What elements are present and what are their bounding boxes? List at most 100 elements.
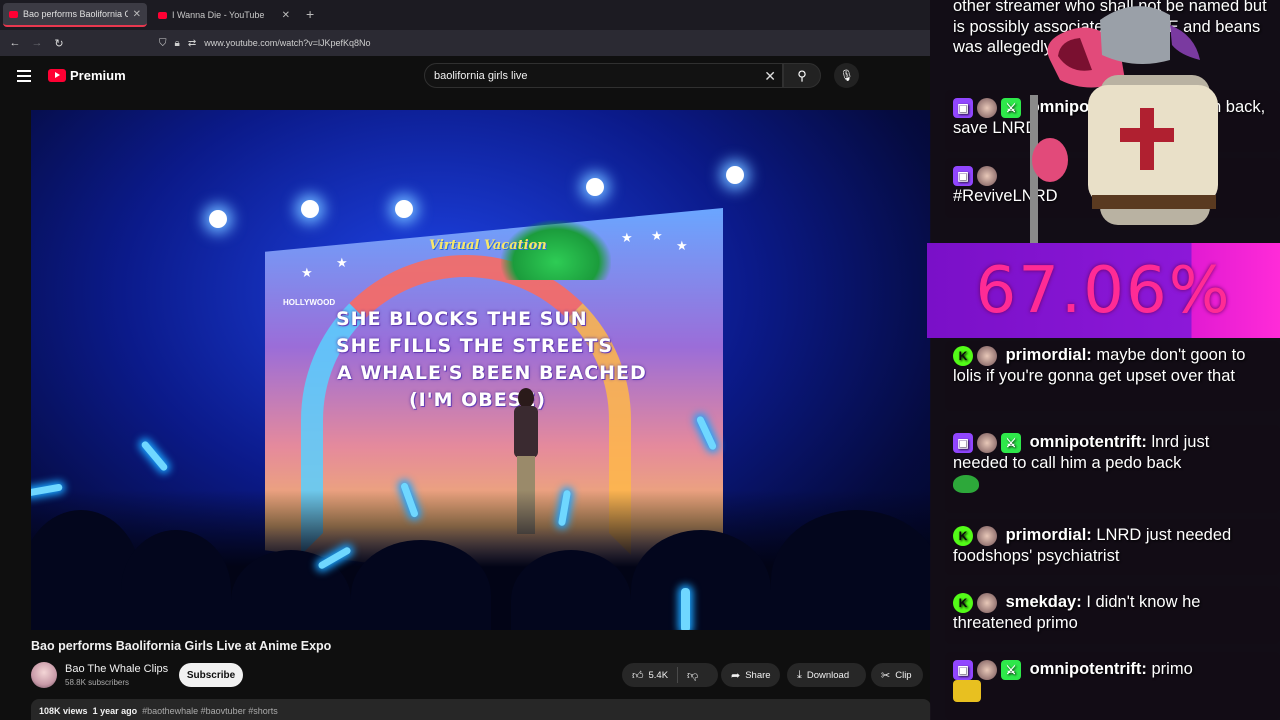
channel-name[interactable]: Bao The Whale Clips bbox=[65, 663, 168, 675]
star-graphic: ★ bbox=[621, 230, 633, 245]
new-tab-icon[interactable]: + bbox=[306, 6, 314, 22]
download-label: Download bbox=[806, 669, 850, 681]
chat-username: omnipotentrift: bbox=[1029, 660, 1147, 678]
twitch-badge-icon: ▣ bbox=[953, 659, 973, 680]
browser-tab-bar: Bao performs Baolifornia Girls Live at A… bbox=[0, 0, 930, 30]
star-graphic: ★ bbox=[676, 238, 688, 253]
upload-age: 1 year ago bbox=[92, 706, 138, 716]
description-box[interactable]: 108K views 1 year ago #baothewhale #baov… bbox=[31, 699, 931, 720]
download-button[interactable]: ⤓ Download bbox=[787, 663, 866, 687]
search-value[interactable]: baolifornia girls live bbox=[434, 70, 528, 82]
youtube-favicon-icon bbox=[158, 11, 167, 19]
share-arrow-icon: ➦ bbox=[731, 669, 741, 682]
progress-percentage-bar: 67.06% bbox=[927, 243, 1280, 338]
thumbs-down-icon[interactable]: 👎︎ bbox=[687, 669, 698, 682]
user-avatar-icon bbox=[977, 97, 997, 118]
stage-light bbox=[209, 210, 227, 228]
address-bar[interactable]: ⛉ 🔒︎ ⇄ www.youtube.com/watch?v=lJKpefKq8… bbox=[155, 33, 925, 53]
lyric-line: SHE FILLS THE STREETS bbox=[336, 335, 614, 357]
voice-search-button[interactable]: 🎙︎ bbox=[834, 63, 859, 88]
sword-badge-icon: ⚔ bbox=[1001, 659, 1021, 680]
reload-icon[interactable]: ↻ bbox=[48, 37, 70, 50]
microphone-icon: 🎙︎ bbox=[839, 70, 854, 82]
scissors-icon: ✂ bbox=[881, 669, 891, 682]
clear-search-icon[interactable]: ✕ bbox=[764, 68, 776, 85]
twitch-badge-icon: ▣ bbox=[953, 97, 973, 118]
twitch-badge-icon: ▣ bbox=[953, 432, 973, 453]
user-avatar-icon bbox=[977, 432, 997, 453]
share-button[interactable]: ➦ Share bbox=[721, 663, 780, 687]
back-arrow-icon[interactable]: ← bbox=[4, 37, 26, 49]
kick-badge-icon: K bbox=[953, 345, 973, 366]
virtual-vacation-logo: Virtual Vacation bbox=[429, 238, 547, 253]
like-dislike-group: 👍︎ 5.4K 👎︎ bbox=[622, 663, 718, 687]
hollywood-sign: HOLLYWOOD bbox=[283, 298, 336, 307]
url-text[interactable]: www.youtube.com/watch?v=lJKpefKq8No bbox=[204, 38, 370, 48]
search-button[interactable]: ⚲ bbox=[783, 63, 821, 88]
video-player[interactable]: ★ ★ ★ ★ ★ Virtual Vacation HOLLYWOOD SHE… bbox=[31, 110, 931, 630]
chat-username: primordial: bbox=[1005, 346, 1092, 364]
youtube-play-icon bbox=[48, 69, 66, 82]
tab-title: I Wanna Die - YouTube bbox=[172, 10, 265, 20]
hashtags[interactable]: #baothewhale #baovtuber #shorts bbox=[142, 706, 278, 716]
close-tab-icon[interactable]: ✕ bbox=[282, 10, 290, 21]
lock-icon[interactable]: 🔒︎ bbox=[175, 38, 180, 49]
star-graphic: ★ bbox=[336, 255, 348, 270]
glowstick bbox=[681, 588, 690, 630]
user-avatar-icon bbox=[977, 525, 997, 546]
chat-username: omnipotentrift: bbox=[1029, 433, 1147, 451]
pepe-emote-icon bbox=[953, 474, 979, 493]
browser-nav-bar: ← → ↻ ⛉ 🔒︎ ⇄ www.youtube.com/watch?v=lJK… bbox=[0, 30, 930, 56]
chat-message: K primordial: maybe don't goon to lolis … bbox=[953, 345, 1268, 386]
chat-username: smekday: bbox=[1005, 593, 1082, 611]
chat-text: maybe don't goon to lolis if you're gonn… bbox=[953, 346, 1246, 385]
thumbs-up-icon[interactable]: 👍︎ bbox=[632, 669, 644, 682]
view-count: 108K views bbox=[39, 706, 88, 716]
forward-arrow-icon[interactable]: → bbox=[26, 37, 48, 49]
chat-message: ▣ ⚔ omnipotentrift: primo bbox=[953, 659, 1268, 702]
like-count[interactable]: 5.4K bbox=[649, 670, 669, 681]
download-icon: ⤓ bbox=[797, 668, 802, 681]
user-avatar-icon bbox=[977, 345, 997, 366]
kick-badge-icon: K bbox=[953, 592, 973, 613]
lyric-line: A WHALE'S BEEN BEACHED bbox=[337, 362, 647, 384]
search-input[interactable]: baolifornia girls live ✕ bbox=[424, 63, 783, 88]
tab-bao-performs[interactable]: Bao performs Baolifornia Girls Live at A… bbox=[3, 3, 147, 27]
subscriber-count: 58.8K subscribers bbox=[65, 678, 130, 687]
subscribe-button[interactable]: Subscribe bbox=[179, 663, 243, 687]
lyric-line: SHE BLOCKS THE SUN bbox=[336, 308, 588, 330]
star-graphic: ★ bbox=[301, 265, 313, 280]
premium-label: Premium bbox=[70, 68, 126, 83]
menu-icon[interactable] bbox=[17, 70, 31, 85]
stage-light bbox=[586, 178, 604, 196]
video-title: Bao performs Baolifornia Girls Live at A… bbox=[31, 639, 332, 653]
search-icon: ⚲ bbox=[797, 67, 807, 83]
user-avatar-icon bbox=[977, 659, 997, 680]
clip-button[interactable]: ✂ Clip bbox=[871, 663, 923, 687]
chat-message: ▣ ⚔ omnipotentrift: lnrd just needed to c… bbox=[953, 432, 1268, 494]
stage-light bbox=[726, 166, 744, 184]
stage-light bbox=[395, 200, 413, 218]
gold-emote-icon bbox=[953, 679, 981, 702]
star-graphic: ★ bbox=[651, 228, 663, 243]
shield-icon[interactable]: ⛉ bbox=[159, 38, 167, 49]
close-tab-icon[interactable]: ✕ bbox=[133, 9, 141, 20]
tab-title: Bao performs Baolifornia Girls Live at A… bbox=[23, 9, 128, 19]
tab-i-wanna-die[interactable]: I Wanna Die - YouTube ✕ bbox=[152, 3, 296, 27]
chat-text: primo bbox=[1151, 660, 1193, 678]
percentage-text: 67.06% bbox=[975, 253, 1232, 328]
chat-username: primordial: bbox=[1005, 526, 1092, 544]
youtube-header: Premium baolifornia girls live ✕ ⚲ 🎙︎ bbox=[0, 56, 930, 96]
twitch-badge-icon: ▣ bbox=[953, 165, 973, 186]
chat-message: K smekday: I didn't know he threatened p… bbox=[953, 592, 1268, 633]
clip-label: Clip bbox=[895, 669, 912, 681]
dolphin-knight-mascot bbox=[1030, 6, 1218, 245]
page-info-icon[interactable]: ⇄ bbox=[188, 38, 196, 49]
user-avatar-icon bbox=[977, 592, 997, 613]
user-avatar-icon bbox=[977, 165, 997, 186]
youtube-logo[interactable]: Premium bbox=[48, 68, 126, 83]
sword-badge-icon: ⚔ bbox=[1001, 97, 1021, 118]
channel-avatar[interactable] bbox=[31, 662, 57, 688]
share-label: Share bbox=[745, 669, 771, 681]
stage-light bbox=[301, 200, 319, 218]
